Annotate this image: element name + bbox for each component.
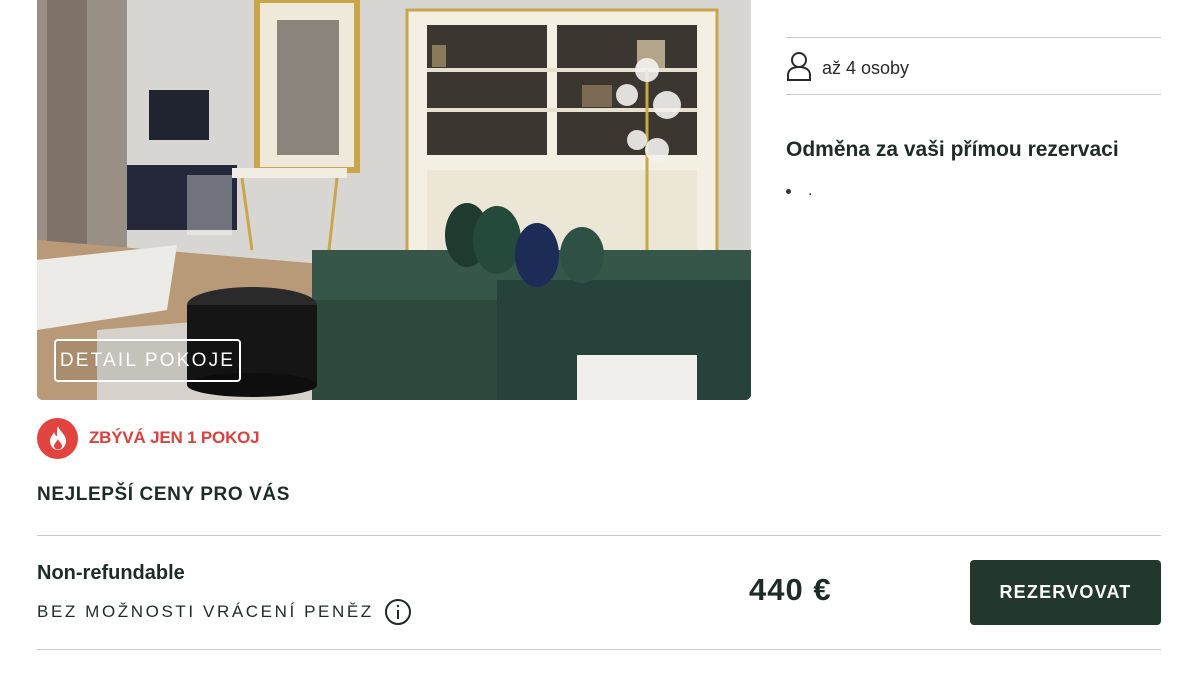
divider <box>37 535 1161 536</box>
fire-icon <box>37 417 78 459</box>
reward-item-text: . <box>808 182 813 199</box>
best-prices-heading: NEJLEPŠÍ CENY PRO VÁS <box>37 484 290 505</box>
direct-booking-reward-title: Odměna za vaši přímou rezervaci <box>786 138 1119 161</box>
info-icon[interactable] <box>384 598 412 626</box>
reward-list: . <box>786 182 812 200</box>
rate-policy: BEZ MOŽNOSTI VRÁCENÍ PENĚZ <box>37 598 412 626</box>
rate-name: Non-refundable <box>37 562 185 584</box>
list-item: . <box>786 182 812 200</box>
capacity-label: až 4 osoby <box>822 57 910 78</box>
bullet <box>786 188 791 194</box>
divider <box>786 37 1161 38</box>
rate-policy-label: BEZ MOŽNOSTI VRÁCENÍ PENĚZ <box>37 602 374 621</box>
book-button[interactable]: REZERVOVAT <box>970 560 1161 625</box>
room-photo[interactable]: DETAIL POKOJE <box>37 0 751 400</box>
divider <box>786 94 1161 95</box>
person-icon <box>786 51 812 86</box>
availability-text: ZBÝVÁ JEN 1 POKOJ <box>89 428 260 447</box>
capacity-info: až 4 osoby <box>786 51 910 86</box>
rate-price: 440 € <box>749 572 832 607</box>
room-detail-button[interactable]: DETAIL POKOJE <box>54 339 241 382</box>
availability-notice: ZBÝVÁ JEN 1 POKOJ <box>37 417 260 459</box>
divider <box>37 649 1161 650</box>
